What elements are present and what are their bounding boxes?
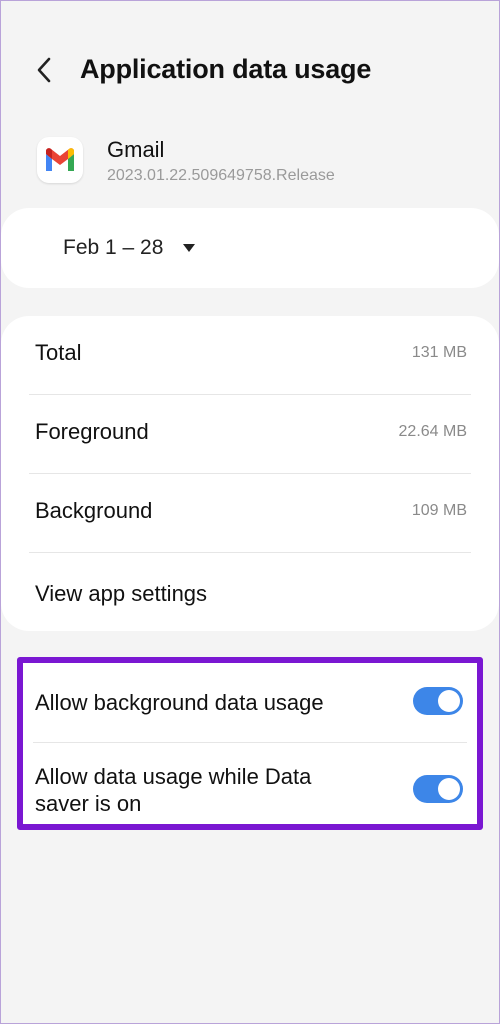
page-title: Application data usage bbox=[80, 54, 372, 84]
stat-value: 22.64 MB bbox=[398, 423, 467, 440]
background-data-toggle[interactable] bbox=[413, 687, 463, 715]
toggle-label: Allow data usage while Data saver is on bbox=[35, 764, 312, 816]
stat-label: Total bbox=[35, 340, 82, 365]
stat-row-foreground: Foreground 22.64 MB bbox=[1, 395, 499, 473]
stat-row-background: Background 109 MB bbox=[1, 474, 499, 552]
period-selector[interactable]: Feb 1 – 28 bbox=[63, 236, 163, 260]
stat-label: Background bbox=[35, 498, 153, 523]
stat-value: 109 MB bbox=[411, 502, 467, 519]
chevron-left-icon bbox=[37, 57, 51, 83]
toggle-knob bbox=[438, 778, 460, 800]
stat-row-total: Total 131 MB bbox=[1, 316, 499, 394]
caret-down-icon[interactable] bbox=[183, 244, 195, 252]
view-app-settings-label: View app settings bbox=[35, 581, 208, 606]
stat-label: Foreground bbox=[35, 419, 149, 444]
app-name: Gmail bbox=[107, 137, 165, 162]
toggle-label: Allow background data usage bbox=[35, 690, 324, 715]
toggle-knob bbox=[438, 690, 460, 712]
data-saver-toggle[interactable] bbox=[413, 775, 463, 803]
usage-stats-card: Total 131 MB Foreground 22.64 MB Backgro… bbox=[1, 316, 499, 631]
stat-value: 131 MB bbox=[411, 344, 467, 361]
header: Application data usage bbox=[1, 41, 499, 101]
data-toggles-card: Allow background data usage Allow data u… bbox=[17, 657, 483, 830]
back-button[interactable] bbox=[31, 53, 61, 87]
view-app-settings-item[interactable]: View app settings bbox=[1, 557, 499, 631]
period-selector-card: Feb 1 – 28 bbox=[1, 208, 499, 288]
toggle-row-data-saver[interactable]: Allow data usage while Data saver is on bbox=[23, 743, 477, 829]
toggle-row-background-data[interactable]: Allow background data usage bbox=[23, 663, 477, 742]
divider bbox=[29, 552, 471, 553]
app-version: 2023.01.22.509649758.Release bbox=[107, 167, 335, 184]
app-info: Gmail 2023.01.22.509649758.Release bbox=[37, 131, 477, 193]
gmail-icon bbox=[37, 137, 83, 183]
